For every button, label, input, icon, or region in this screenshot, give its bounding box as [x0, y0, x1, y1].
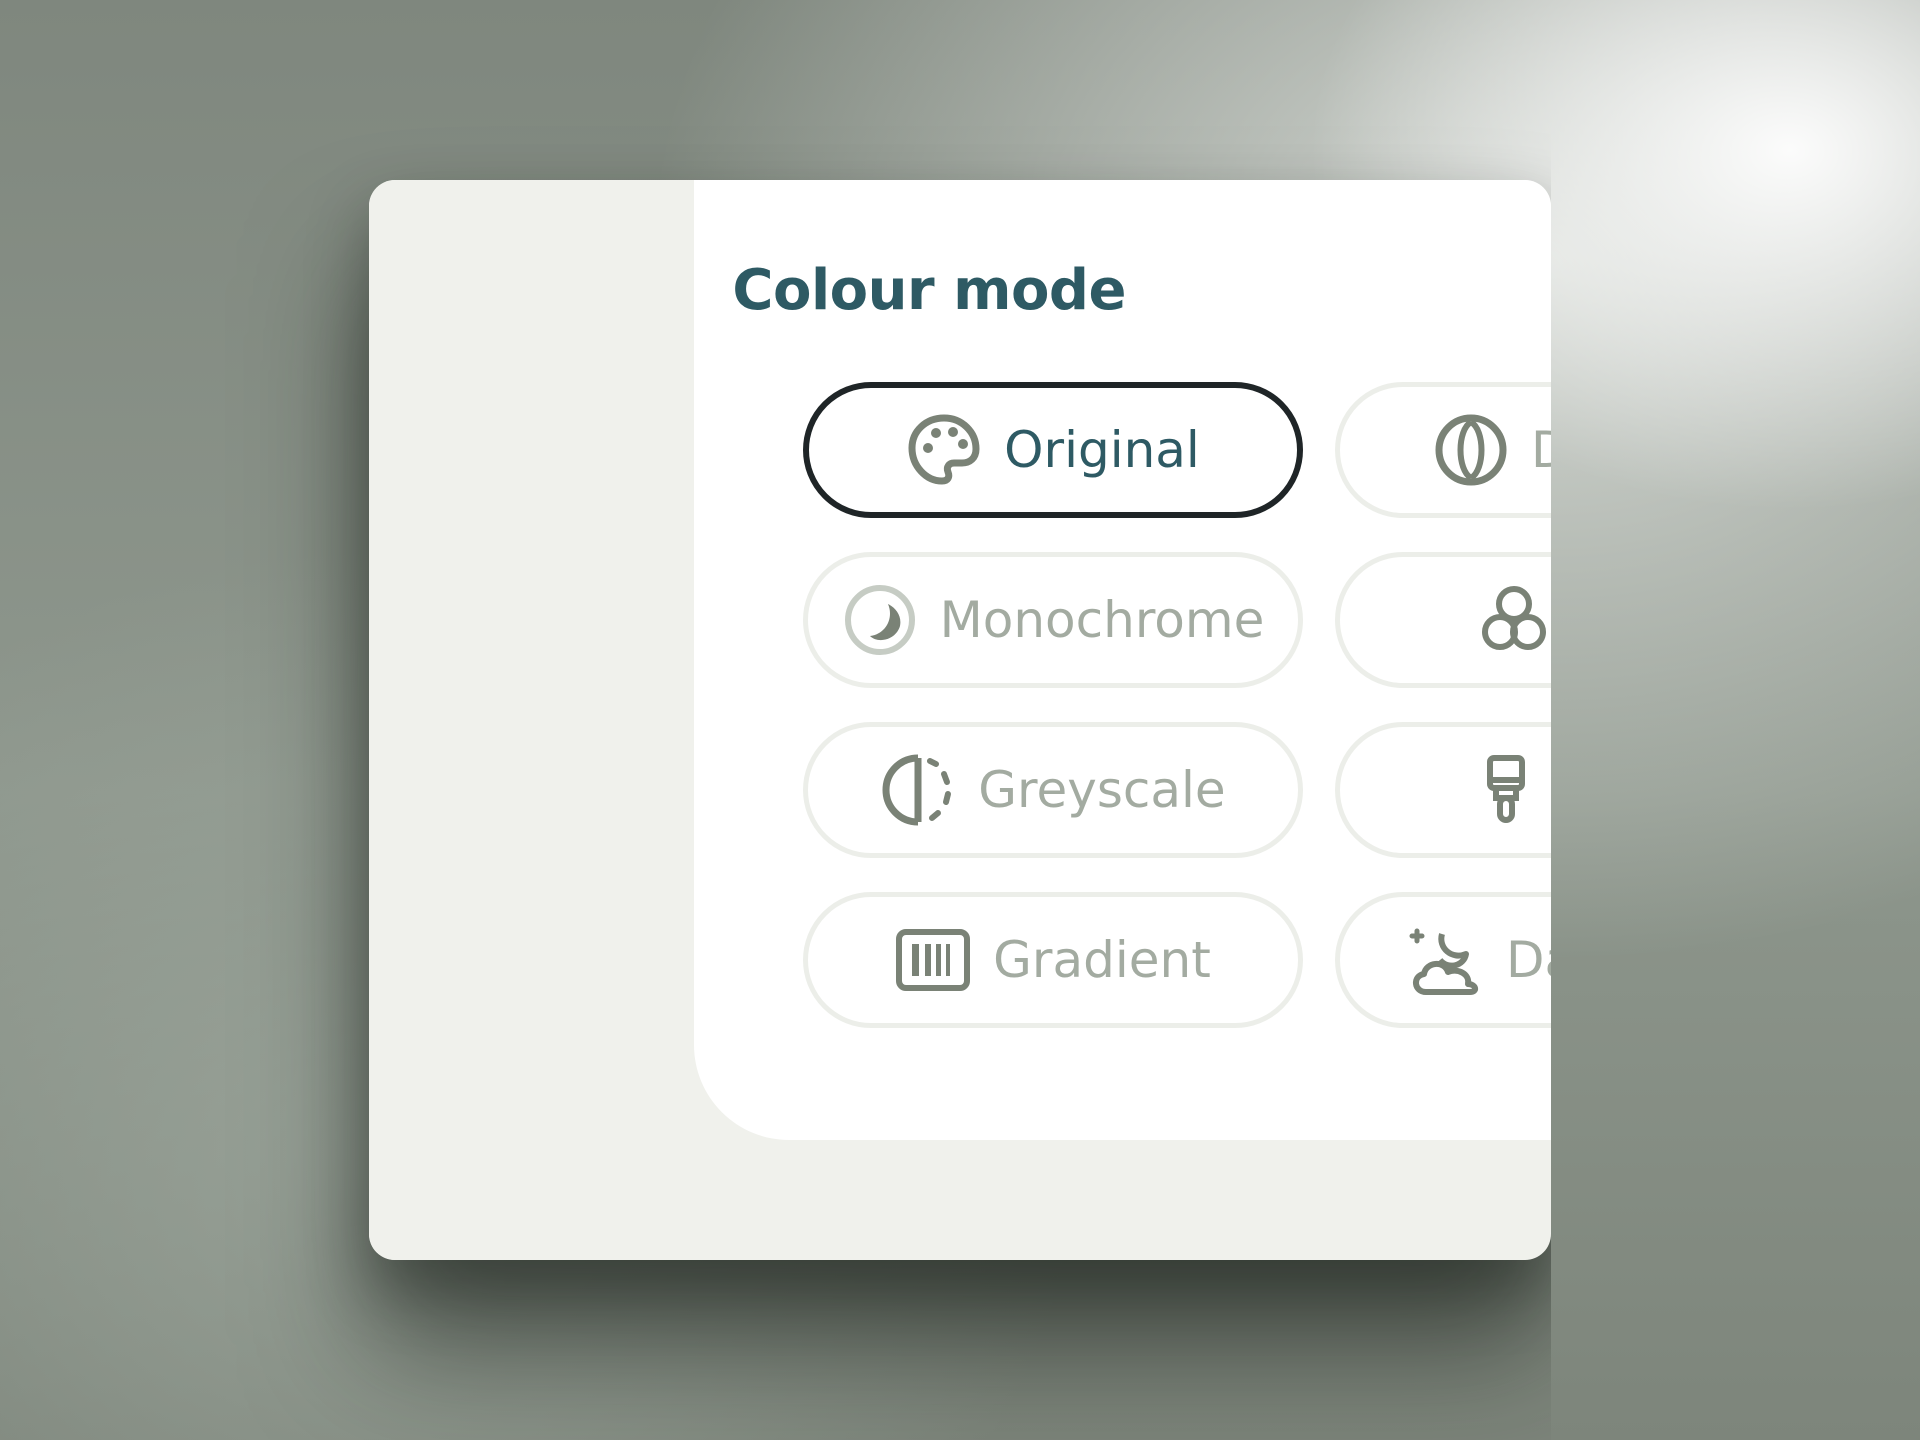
viewport-clip: Colour mode Original D Monochrome Greysc… — [0, 0, 1551, 1440]
cloud-night-icon — [1408, 922, 1484, 998]
mode-option-label: Original — [1004, 421, 1200, 479]
mode-option-monochrome[interactable]: Monochrome — [803, 552, 1303, 688]
color-circles-icon — [1476, 582, 1551, 658]
mode-option-label: Da — [1506, 931, 1551, 989]
mode-option-greyscale[interactable]: Greyscale — [803, 722, 1303, 858]
palette-icon — [906, 412, 982, 488]
sidebar — [369, 180, 694, 1260]
mode-option-label: Greyscale — [978, 761, 1226, 819]
mode-option-gradient[interactable]: Gradient — [803, 892, 1303, 1028]
contrast-circle-icon — [1433, 412, 1509, 488]
paint-brush-icon — [1468, 752, 1544, 828]
mode-option-partial-brush[interactable] — [1335, 722, 1551, 858]
mode-option-label: Monochrome — [939, 591, 1265, 649]
mode-option-label: D — [1531, 421, 1551, 479]
mode-option-partial-circles[interactable] — [1335, 552, 1551, 688]
mode-option-label: Gradient — [993, 931, 1211, 989]
moon-circle-icon — [842, 582, 918, 658]
half-contrast-icon — [880, 752, 956, 828]
gradient-bars-icon — [895, 922, 971, 998]
settings-panel — [369, 180, 1551, 1260]
mode-option-partial-da[interactable]: Da — [1335, 892, 1551, 1028]
mode-option-partial-d[interactable]: D — [1335, 382, 1551, 518]
colour-mode-title: Colour mode — [732, 258, 1126, 323]
mode-option-original[interactable]: Original — [803, 382, 1303, 518]
